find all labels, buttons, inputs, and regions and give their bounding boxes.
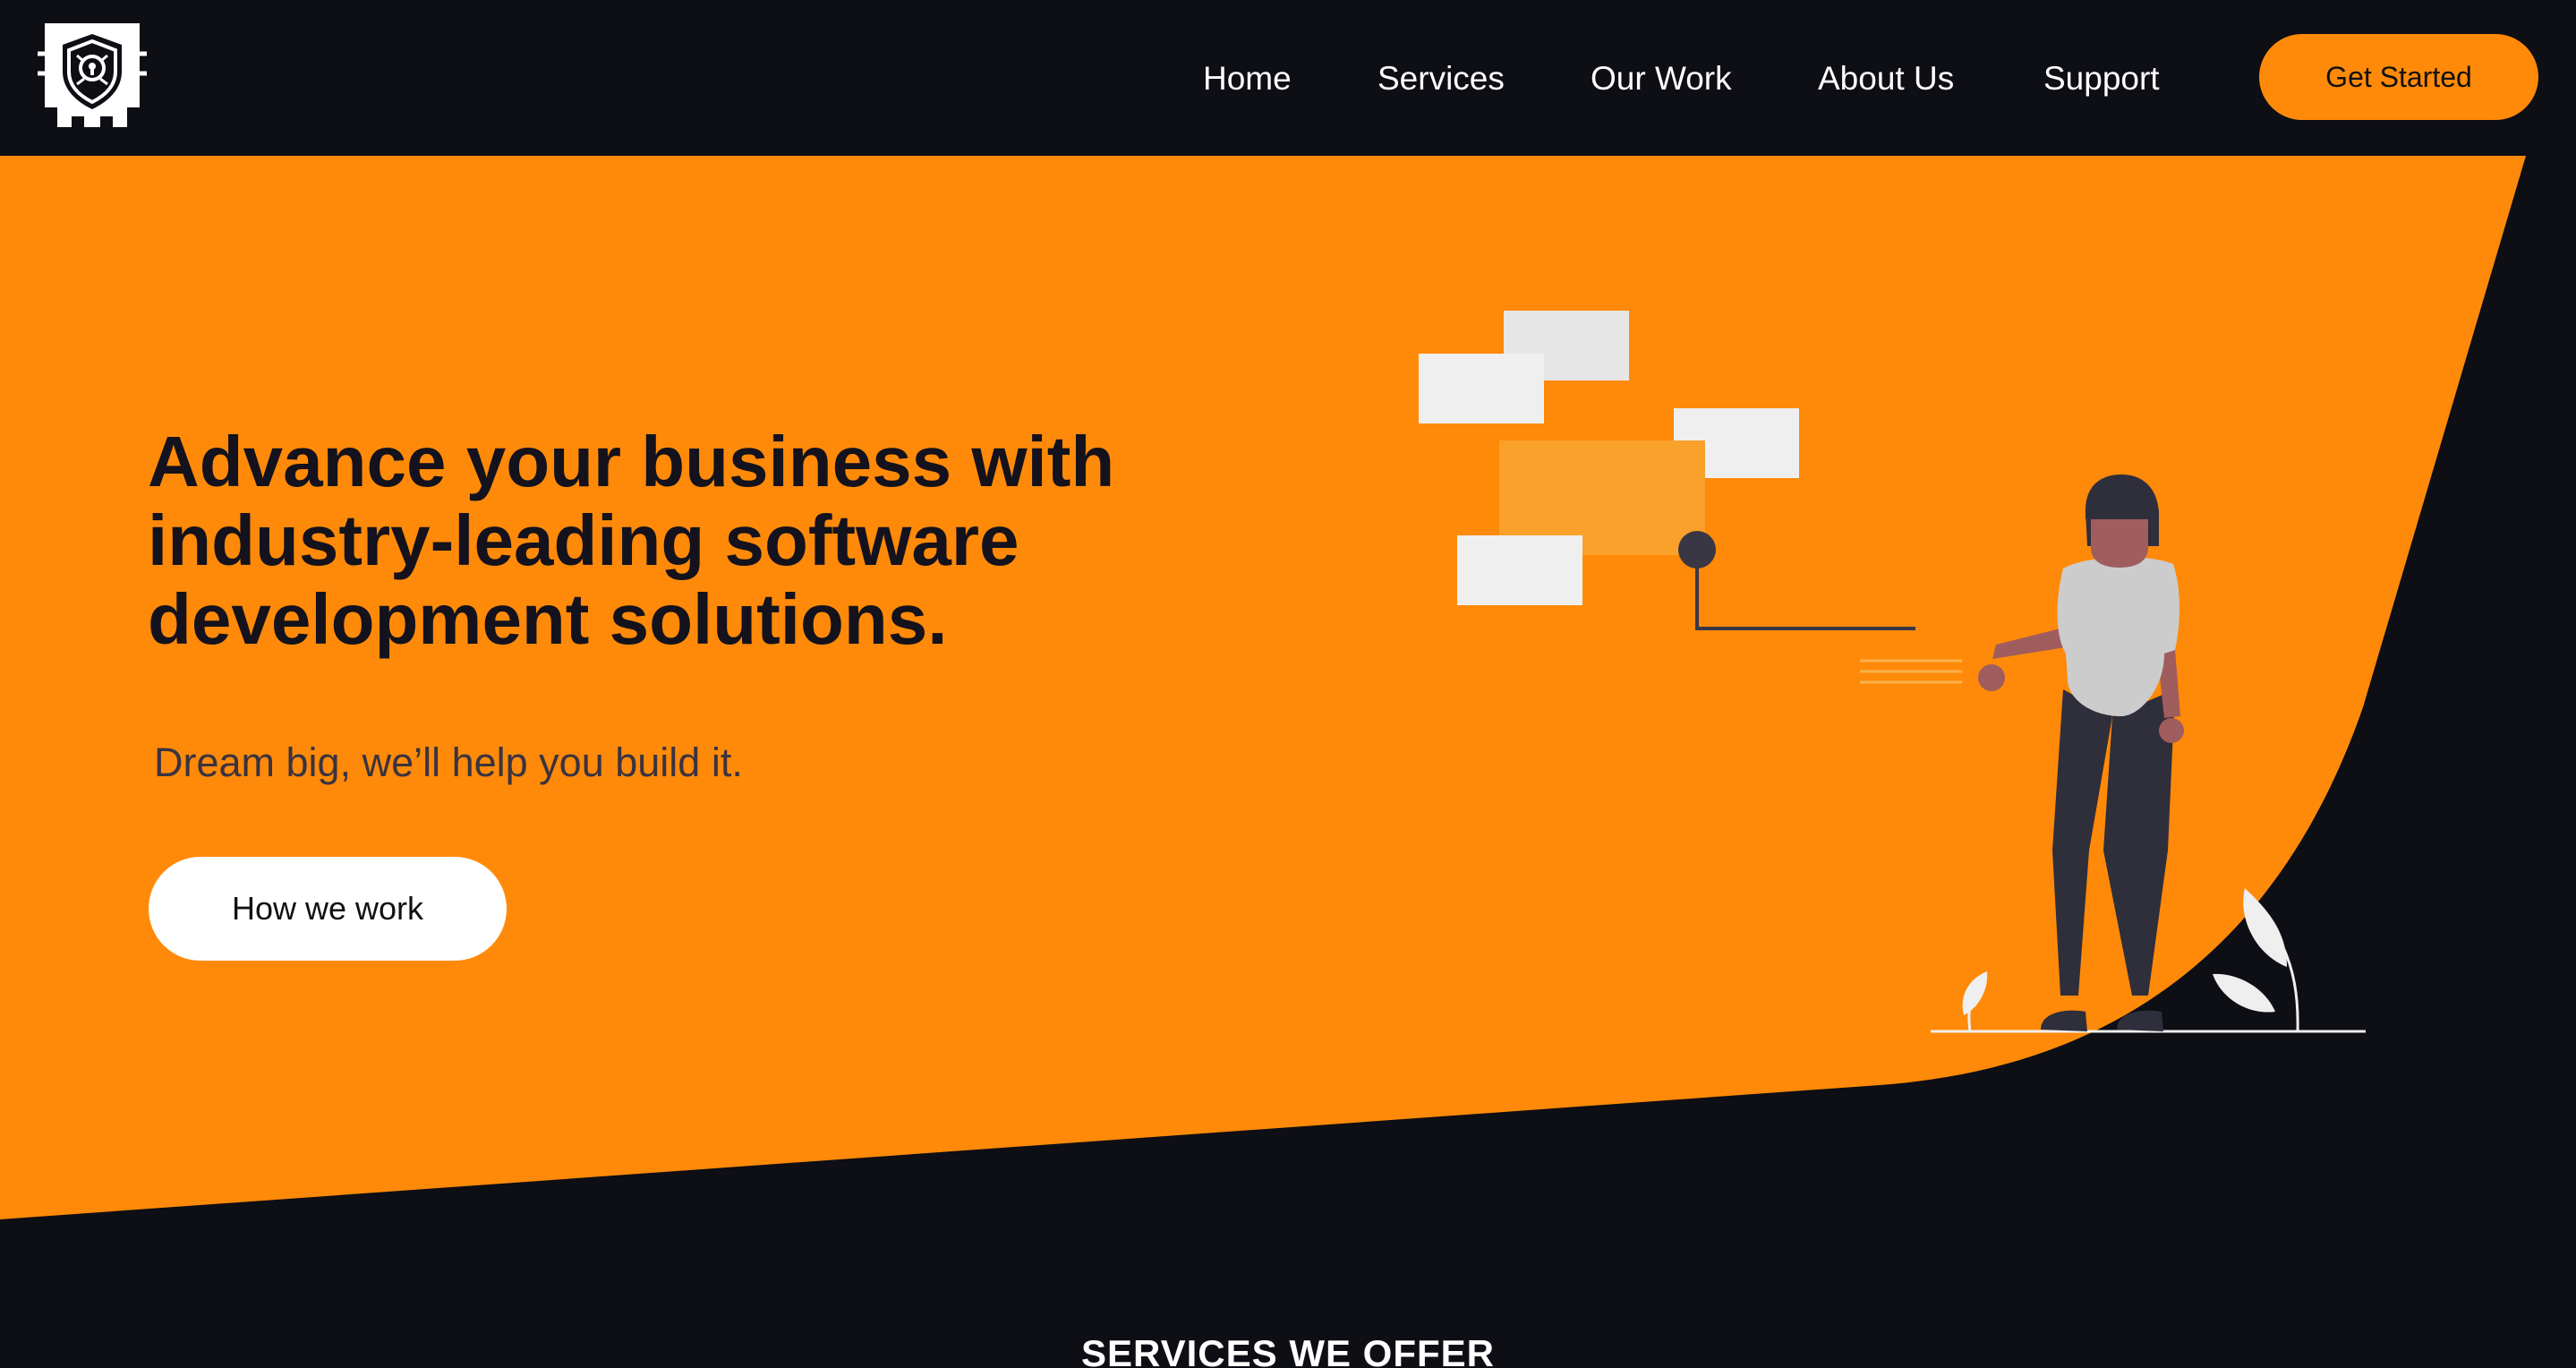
hero-title-line: development solutions.: [148, 579, 948, 659]
landing-page: Home Services Our Work About Us Support …: [0, 0, 2576, 1368]
hero-title-line: Advance your business with: [148, 422, 1115, 501]
nav-about-us[interactable]: About Us: [1818, 54, 1954, 104]
shield-circuit-icon: [38, 23, 147, 127]
nav-support[interactable]: Support: [2043, 54, 2160, 104]
nav-services[interactable]: Services: [1378, 54, 1505, 104]
site-header: Home Services Our Work About Us Support …: [0, 0, 2576, 156]
how-we-work-button[interactable]: How we work: [149, 857, 507, 961]
card-shape: [1419, 354, 1544, 423]
card-shape: [1457, 535, 1582, 605]
logo[interactable]: [34, 18, 150, 133]
nav-home[interactable]: Home: [1203, 54, 1292, 104]
hero-title: Advance your business with industry-lead…: [148, 423, 1222, 659]
services-section-title: SERVICES WE OFFER: [1081, 1332, 1495, 1368]
hero-subtitle: Dream big, we’ll help you build it.: [154, 740, 743, 785]
presentation-woman-illustration: [1419, 311, 2366, 1033]
hero-title-line: industry-leading software: [148, 500, 1019, 580]
nav-our-work[interactable]: Our Work: [1591, 54, 1732, 104]
get-started-button[interactable]: Get Started: [2259, 34, 2538, 120]
